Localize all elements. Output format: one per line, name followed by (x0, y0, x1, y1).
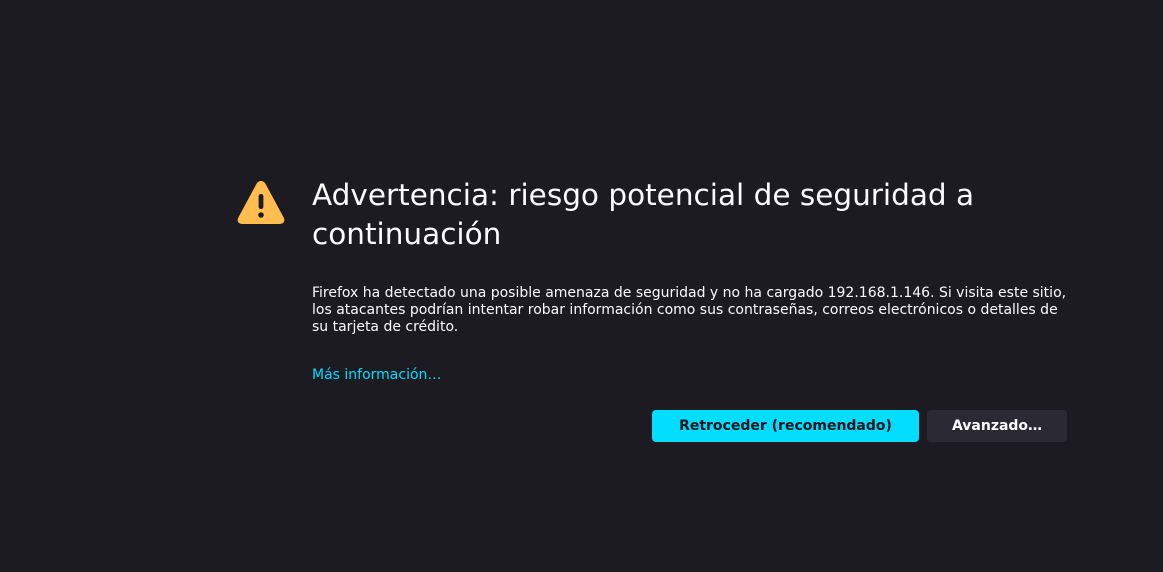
go-back-button[interactable]: Retroceder (recomendado) (652, 410, 919, 442)
error-description: Firefox ha detectado una posible amenaza… (312, 285, 1067, 335)
button-row: Retroceder (recomendado) Avanzado… (652, 410, 1067, 442)
page-title: Advertencia: riesgo potencial de segurid… (312, 178, 975, 251)
advanced-button[interactable]: Avanzado… (927, 410, 1067, 442)
warning-icon (237, 181, 285, 224)
error-content: Advertencia: riesgo potencial de segurid… (312, 176, 1067, 384)
more-info-link[interactable]: Más información… (312, 367, 441, 384)
